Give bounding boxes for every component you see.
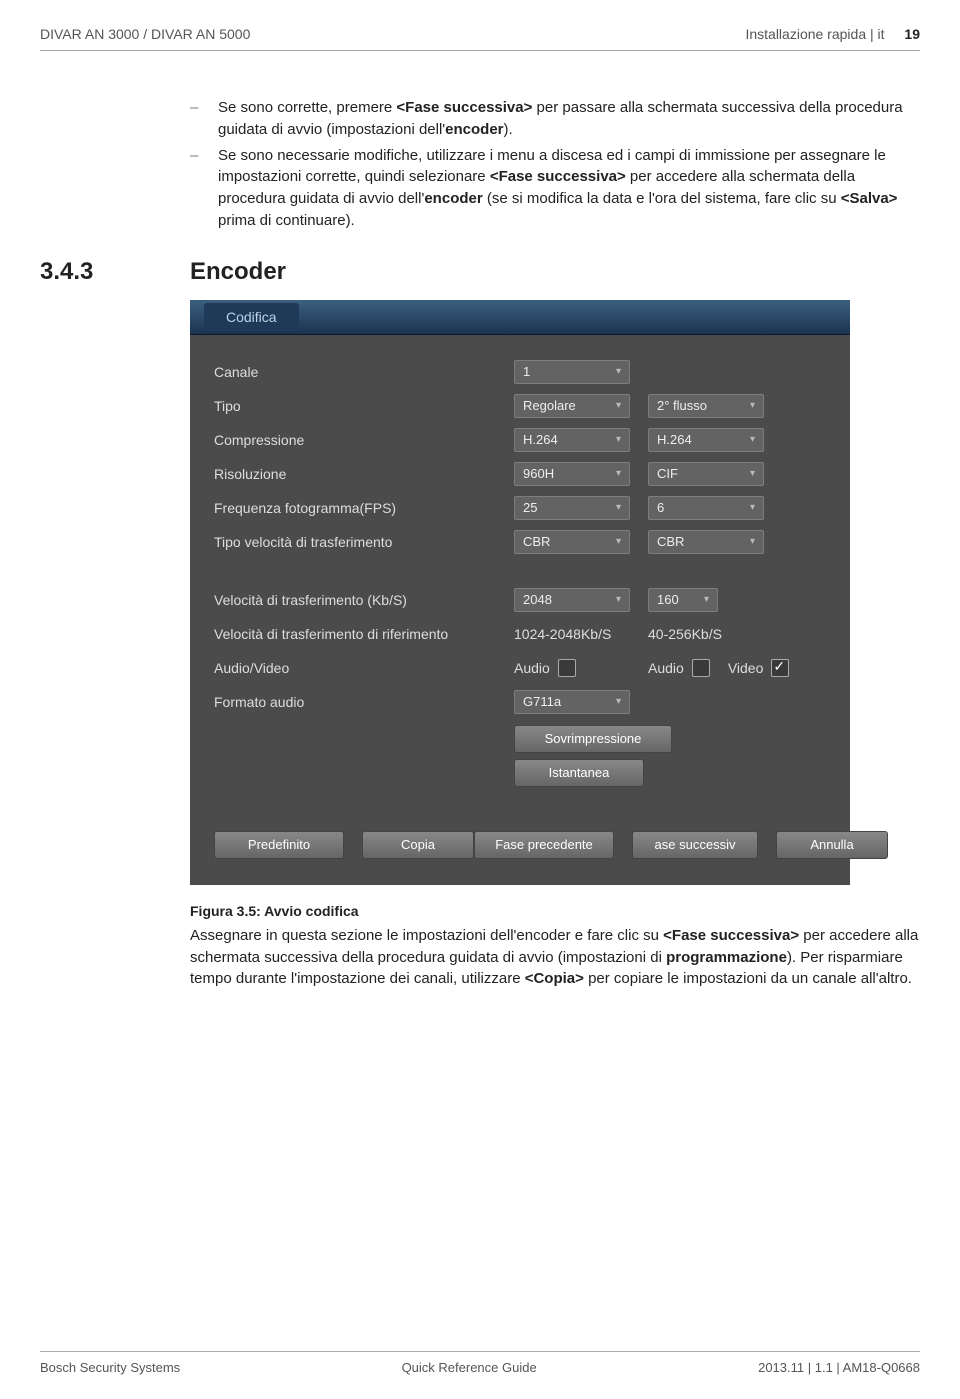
chevron-down-icon: ▾	[616, 536, 621, 547]
figure-caption: Figura 3.5: Avvio codifica	[190, 903, 359, 919]
select-risoluzione-a[interactable]: 960H▾	[514, 462, 630, 486]
tab-codifica[interactable]: Codifica	[204, 303, 299, 331]
select-compressione-b[interactable]: H.264▾	[648, 428, 764, 452]
chevron-down-icon: ▾	[616, 468, 621, 479]
figure-description: Assegnare in questa sezione le impostazi…	[190, 925, 920, 990]
label-ref-bitrate: Velocità di trasferimento di riferimento	[214, 626, 514, 642]
chevron-down-icon: ▾	[704, 594, 709, 605]
overlay-button[interactable]: Sovrimpressione	[514, 725, 672, 753]
page-number: 19	[904, 26, 920, 42]
checkbox-video-b[interactable]	[771, 659, 789, 677]
bullet-text-2: Se sono necessarie modifiche, utilizzare…	[218, 145, 920, 232]
chevron-down-icon: ▾	[750, 468, 755, 479]
select-fps-a[interactable]: 25▾	[514, 496, 630, 520]
bullet-dash: –	[190, 97, 218, 141]
select-audio-fmt[interactable]: G711a▾	[514, 690, 630, 714]
chevron-down-icon: ▾	[616, 434, 621, 445]
dialog-titlebar: Codifica	[190, 300, 850, 335]
chevron-down-icon: ▾	[616, 594, 621, 605]
bullet-item: – Se sono corrette, premere <Fase succes…	[190, 97, 920, 141]
footer-left: Bosch Security Systems	[40, 1360, 180, 1375]
page-footer: Bosch Security Systems Quick Reference G…	[40, 1351, 920, 1375]
cancel-button[interactable]: Annulla	[776, 831, 888, 859]
checkbox-audio-a[interactable]	[558, 659, 576, 677]
next-step-button[interactable]: ase successiv	[632, 831, 758, 859]
av-video-b-label: Video	[728, 660, 764, 676]
select-bitrate-type-a[interactable]: CBR▾	[514, 530, 630, 554]
codifica-dialog: Codifica Canale 1▾ Tipo Regolare▾ 2° flu…	[190, 300, 850, 885]
section-number: 3.4.3	[40, 258, 190, 286]
label-audio-video: Audio/Video	[214, 660, 514, 676]
chevron-down-icon: ▾	[750, 502, 755, 513]
label-compressione: Compressione	[214, 432, 514, 448]
ref-bitrate-a: 1024-2048Kb/S	[514, 626, 630, 642]
select-canale[interactable]: 1▾	[514, 360, 630, 384]
section-title: Encoder	[190, 258, 286, 286]
label-tipo: Tipo	[214, 398, 514, 414]
copy-button[interactable]: Copia	[362, 831, 474, 859]
footer-right: 2013.11 | 1.1 | AM18-Q0668	[758, 1360, 920, 1375]
select-tipo-b[interactable]: 2° flusso▾	[648, 394, 764, 418]
figure-caption-block: Figura 3.5: Avvio codifica Assegnare in …	[190, 901, 920, 991]
chevron-down-icon: ▾	[616, 400, 621, 411]
label-risoluzione: Risoluzione	[214, 466, 514, 482]
page-header: DIVAR AN 3000 / DIVAR AN 5000 Installazi…	[40, 26, 920, 42]
select-risoluzione-b[interactable]: CIF▾	[648, 462, 764, 486]
label-bitrate-type: Tipo velocità di trasferimento	[214, 534, 514, 550]
product-title: DIVAR AN 3000 / DIVAR AN 5000	[40, 26, 250, 42]
chevron-down-icon: ▾	[750, 434, 755, 445]
bullet-dash: –	[190, 145, 218, 232]
prev-step-button[interactable]: Fase precedente	[474, 831, 614, 859]
chevron-down-icon: ▾	[750, 536, 755, 547]
select-tipo-a[interactable]: Regolare▾	[514, 394, 630, 418]
bullet-item: – Se sono necessarie modifiche, utilizza…	[190, 145, 920, 232]
footer-center: Quick Reference Guide	[402, 1360, 537, 1375]
chevron-down-icon: ▾	[616, 696, 621, 707]
header-rule	[40, 50, 920, 51]
checkbox-audio-b[interactable]	[692, 659, 710, 677]
label-fps: Frequenza fotogramma(FPS)	[214, 500, 514, 516]
label-audio-fmt: Formato audio	[214, 694, 514, 710]
select-fps-b[interactable]: 6▾	[648, 496, 764, 520]
av-audio-a-label: Audio	[514, 660, 550, 676]
select-bitrate-type-b[interactable]: CBR▾	[648, 530, 764, 554]
header-section: Installazione rapida | it	[745, 26, 884, 42]
select-compressione-a[interactable]: H.264▾	[514, 428, 630, 452]
select-bitrate-a[interactable]: 2048▾	[514, 588, 630, 612]
ref-bitrate-b: 40-256Kb/S	[648, 626, 722, 642]
snapshot-button[interactable]: Istantanea	[514, 759, 644, 787]
label-bitrate: Velocità di trasferimento (Kb/S)	[214, 592, 514, 608]
section-heading: 3.4.3 Encoder	[40, 258, 920, 286]
chevron-down-icon: ▾	[750, 400, 755, 411]
select-bitrate-b[interactable]: 160▾	[648, 588, 718, 612]
label-canale: Canale	[214, 364, 514, 380]
chevron-down-icon: ▾	[616, 366, 621, 377]
default-button[interactable]: Predefinito	[214, 831, 344, 859]
chevron-down-icon: ▾	[616, 502, 621, 513]
av-audio-b-label: Audio	[648, 660, 684, 676]
bullet-text-1: Se sono corrette, premere <Fase successi…	[218, 97, 920, 141]
